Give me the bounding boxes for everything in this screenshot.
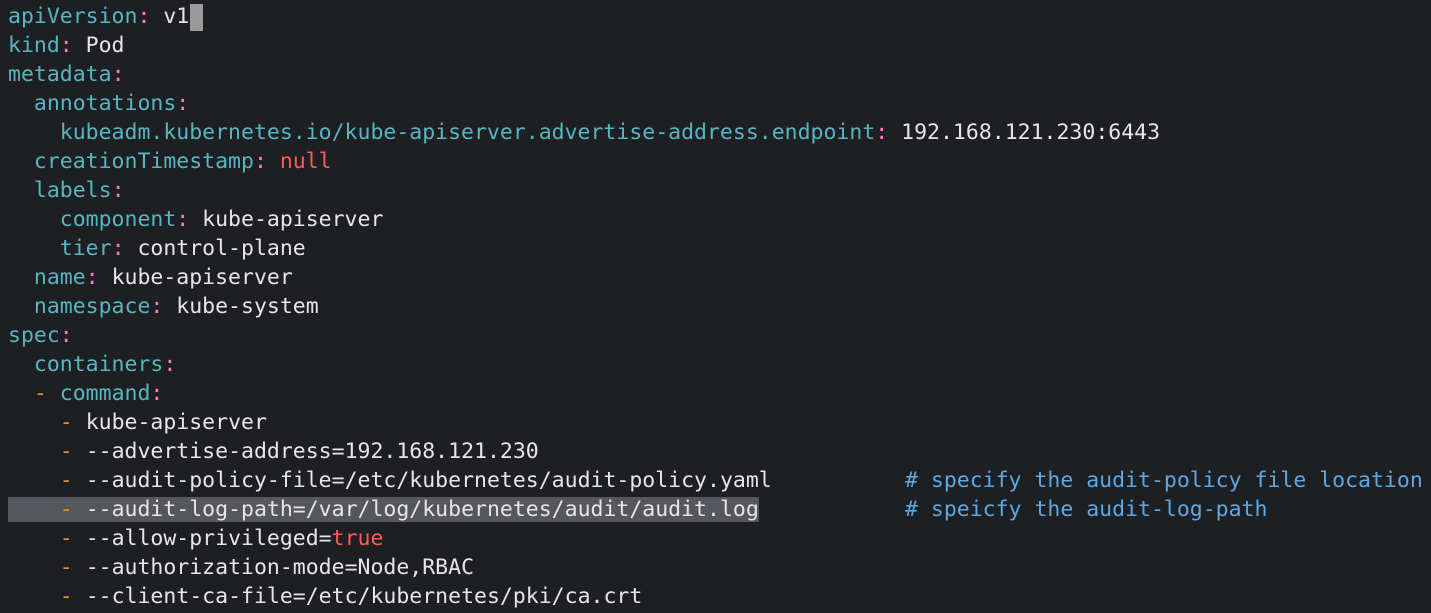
code-line-7: labels:	[8, 176, 1431, 205]
code-line-18: - --audit-log-path=/var/log/kubernetes/a…	[8, 495, 1431, 524]
list-dash: -	[59, 555, 73, 580]
code-line-21: - --client-ca-file=/etc/kubernetes/pki/c…	[8, 582, 1431, 611]
command-arg: --audit-policy-file=/etc/kubernetes/audi…	[85, 468, 772, 493]
yaml-colon: :	[176, 91, 190, 116]
yaml-bool-value: true	[331, 526, 384, 551]
list-dash: -	[59, 439, 73, 464]
selected-text: - --audit-log-path=/var/log/kubernetes/a…	[8, 497, 759, 522]
list-dash: -	[59, 410, 73, 435]
yaml-colon: :	[163, 352, 177, 377]
text-cursor	[190, 3, 204, 31]
yaml-key: component	[59, 207, 177, 232]
code-line-12: spec:	[8, 321, 1431, 350]
code-line-19: - --allow-privileged=true	[8, 524, 1431, 553]
code-comment: # speicfy the audit-log-path	[905, 497, 1268, 522]
code-line-9: tier: control-plane	[8, 234, 1431, 263]
yaml-colon: :	[111, 178, 125, 203]
yaml-key: namespace	[33, 294, 151, 319]
yaml-value: control-plane	[137, 236, 306, 261]
yaml-key: name	[33, 265, 86, 290]
yaml-colon: :	[150, 381, 164, 406]
code-line-17: - --audit-policy-file=/etc/kubernetes/au…	[8, 466, 1431, 495]
yaml-value: v1	[163, 4, 190, 29]
yaml-key: kind	[8, 33, 60, 58]
command-arg: --allow-privileged=	[85, 526, 332, 551]
yaml-value: Pod	[85, 33, 125, 58]
command-arg: --advertise-address=192.168.121.230	[85, 439, 539, 464]
yaml-colon: :	[111, 236, 138, 261]
code-line-11: namespace: kube-system	[8, 292, 1431, 321]
yaml-colon: :	[59, 33, 86, 58]
yaml-null-value: null	[279, 149, 332, 174]
code-comment: # specify the audit-policy file location	[905, 468, 1423, 493]
yaml-key: labels	[33, 178, 112, 203]
code-line-8: component: kube-apiserver	[8, 205, 1431, 234]
code-line-20: - --authorization-mode=Node,RBAC	[8, 553, 1431, 582]
yaml-colon: :	[137, 4, 164, 29]
yaml-colon: :	[253, 149, 280, 174]
yaml-colon: :	[59, 323, 73, 348]
yaml-key: metadata	[8, 62, 112, 87]
yaml-colon: :	[85, 265, 112, 290]
yaml-value: kube-apiserver	[111, 265, 293, 290]
yaml-key: spec	[8, 323, 60, 348]
list-dash: -	[33, 381, 47, 406]
list-dash: -	[59, 584, 73, 609]
code-line-6: creationTimestamp: null	[8, 147, 1431, 176]
yaml-editor[interactable]: apiVersion: v1 kind: Pod metadata: annot…	[8, 2, 1431, 611]
yaml-key: kubeadm.kubernetes.io/kube-apiserver.adv…	[59, 120, 876, 145]
list-dash: -	[59, 526, 73, 551]
code-line-16: - --advertise-address=192.168.121.230	[8, 437, 1431, 466]
command-arg: --client-ca-file=/etc/kubernetes/pki/ca.…	[85, 584, 643, 609]
yaml-value: kube-apiserver	[202, 207, 384, 232]
yaml-value: kube-system	[176, 294, 319, 319]
code-line-1: apiVersion: v1	[8, 2, 1431, 31]
yaml-value: 192.168.121.230:6443	[901, 120, 1161, 145]
code-line-3: metadata:	[8, 60, 1431, 89]
yaml-key: command	[59, 381, 151, 406]
code-line-13: containers:	[8, 350, 1431, 379]
code-line-14: - command:	[8, 379, 1431, 408]
command-arg: --authorization-mode=Node,RBAC	[85, 555, 475, 580]
yaml-key: creationTimestamp	[33, 149, 254, 174]
yaml-key: containers	[33, 352, 164, 377]
command-arg: kube-apiserver	[85, 410, 267, 435]
list-dash: -	[59, 468, 73, 493]
yaml-key: apiVersion	[8, 4, 138, 29]
yaml-key: tier	[59, 236, 112, 261]
yaml-colon: :	[176, 207, 203, 232]
yaml-key: annotations	[33, 91, 177, 116]
command-arg: --audit-log-path=/var/log/kubernetes/aud…	[85, 497, 759, 522]
code-line-10: name: kube-apiserver	[8, 263, 1431, 292]
code-line-5: kubeadm.kubernetes.io/kube-apiserver.adv…	[8, 118, 1431, 147]
code-line-2: kind: Pod	[8, 31, 1431, 60]
list-dash: -	[59, 497, 73, 522]
yaml-colon: :	[150, 294, 177, 319]
code-line-15: - kube-apiserver	[8, 408, 1431, 437]
code-line-4: annotations:	[8, 89, 1431, 118]
yaml-colon: :	[111, 62, 125, 87]
yaml-colon: :	[875, 120, 902, 145]
